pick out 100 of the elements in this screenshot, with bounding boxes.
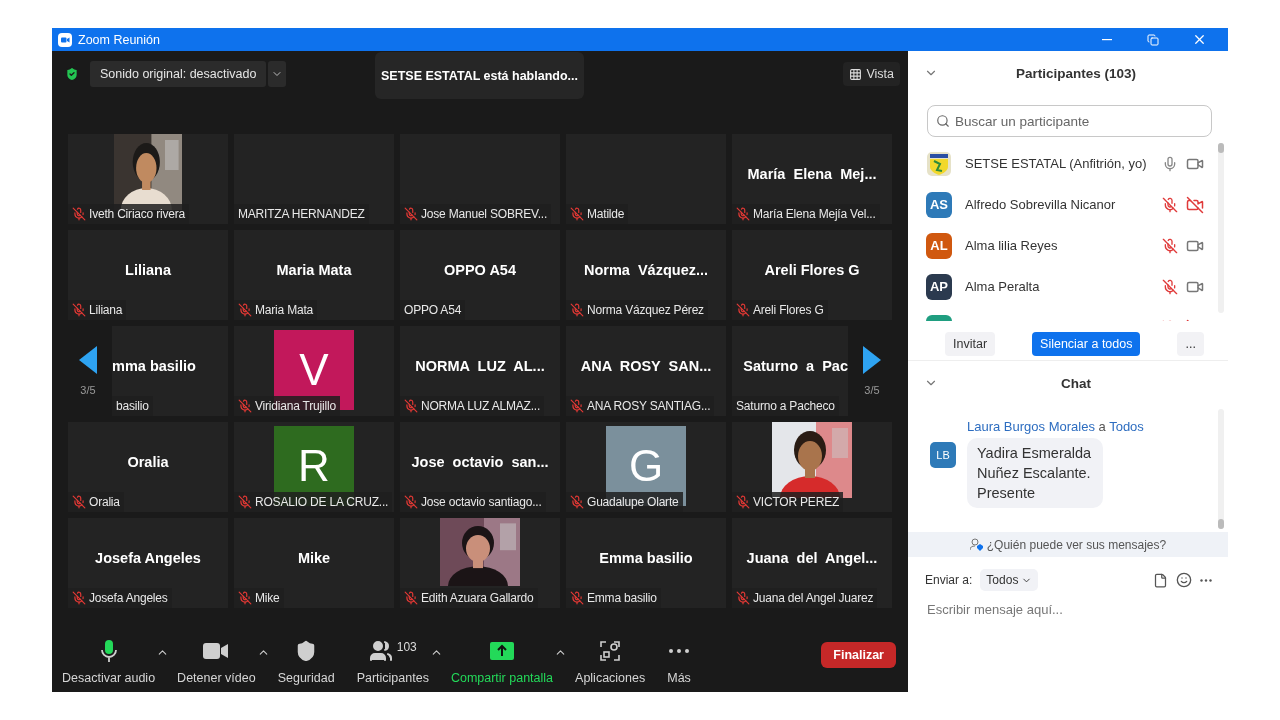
participant-name: Emma basilio xyxy=(587,591,657,605)
view-button[interactable]: Vista xyxy=(843,62,900,86)
page-indicator: 3/5 xyxy=(864,384,880,396)
scrollbar[interactable] xyxy=(1218,143,1224,313)
message-header: Laura Burgos Morales a Todos xyxy=(966,419,1145,434)
participant-name: Iveth Ciriaco rivera xyxy=(89,207,186,221)
participant-name: OPPO A54 xyxy=(404,303,462,317)
muted-mic-icon xyxy=(72,591,86,605)
participant-name: Matilde xyxy=(587,207,625,221)
panel-button[interactable]: Invitar xyxy=(945,331,996,356)
participant-name: Maria Mata xyxy=(255,303,314,317)
participant-count: 103 xyxy=(396,640,417,654)
muted-mic-icon xyxy=(72,303,86,317)
search-field[interactable]: Buscar un participante xyxy=(927,105,1212,137)
speaking-banner: SETSE ESTATAL está hablando... xyxy=(375,52,584,99)
participant-title: Josefa Angeles xyxy=(95,550,201,566)
participant-title: Areli Flores G xyxy=(764,262,860,278)
participant-title: Saturno a Pac xyxy=(743,358,848,374)
participant-name: Alma Peralta xyxy=(965,279,1041,294)
muted-mic-icon xyxy=(736,303,750,317)
participant-name: Alma lilia Reyes xyxy=(965,238,1059,253)
toolbar-button[interactable]: Detener vídeo xyxy=(177,638,256,685)
muted-mic-icon xyxy=(736,207,750,221)
toolbar-button[interactable]: 103 Participantes xyxy=(356,638,429,685)
dropdown-caret-button[interactable] xyxy=(268,61,287,87)
microphone-icon xyxy=(100,639,117,663)
participant-title: OPPO A54 xyxy=(444,262,516,278)
toolbar-button[interactable]: Compartir pantalla xyxy=(450,638,554,685)
muted-mic-icon[interactable] xyxy=(1162,237,1178,254)
muted-mic-icon xyxy=(238,495,252,509)
muted-mic-icon xyxy=(238,591,252,605)
minimize-icon xyxy=(1102,38,1112,41)
toolbar-button[interactable]: Seguridad xyxy=(277,638,335,685)
participant-name: Edith Azuara Gallardo xyxy=(421,591,534,605)
muted-mic-icon xyxy=(570,591,584,605)
audio-dropdown[interactable]: Sonido original: desactivado xyxy=(90,61,267,87)
muted-mic-icon[interactable] xyxy=(1162,278,1178,295)
participant-name: Areli Flores G xyxy=(753,303,824,317)
avatar: AP xyxy=(926,273,952,300)
emoji-icon[interactable] xyxy=(1176,572,1192,588)
more-icon[interactable] xyxy=(1200,578,1212,582)
muted-mic-icon xyxy=(736,495,750,509)
more-icon xyxy=(669,649,690,653)
search-icon xyxy=(936,114,950,128)
participant-name: Liliana xyxy=(89,303,123,317)
participant-title: ANA ROSY SAN... xyxy=(580,358,712,374)
participant-row[interactable]: AS Alfredo Sobrevilla Nicanor xyxy=(908,184,1228,225)
video-camera-icon xyxy=(203,642,230,660)
muted-mic-icon xyxy=(570,207,584,221)
microphone-icon[interactable] xyxy=(1162,155,1178,172)
participant-title: Emma basilio xyxy=(599,550,693,566)
restore-icon xyxy=(1147,33,1159,46)
muted-mic-icon xyxy=(736,591,750,605)
participant-name: Oralia xyxy=(89,495,120,509)
send-to-label: Enviar a: xyxy=(925,573,973,587)
panel-button[interactable]: Silenciar a todos xyxy=(1032,331,1141,356)
muted-mic-icon xyxy=(404,399,418,413)
toolbar-button[interactable]: Más xyxy=(667,638,691,685)
next-page-icon[interactable] xyxy=(863,346,881,374)
participant-name: ANA ROSY SANTIAG... xyxy=(587,399,711,413)
shield-check-icon[interactable] xyxy=(64,66,80,82)
muted-mic-icon xyxy=(570,399,584,413)
participant-title: mma basilio xyxy=(112,358,196,374)
muted-mic-icon xyxy=(72,207,86,221)
avatar: LB xyxy=(930,442,956,468)
toolbar-button[interactable]: Desactivar audio xyxy=(62,638,156,685)
participant-title: Oralia xyxy=(127,454,169,470)
page-indicator: 3/5 xyxy=(80,384,96,396)
file-icon[interactable] xyxy=(1153,572,1168,588)
participant-title: Juana del Angel... xyxy=(746,550,878,566)
participant-name: Norma Vázquez Pérez xyxy=(587,303,704,317)
muted-mic-icon[interactable] xyxy=(1162,196,1178,213)
participant-row[interactable]: AL Alma lilia Reyes xyxy=(908,225,1228,266)
panel-title: Participantes (103) xyxy=(1015,65,1137,81)
participant-name: Jose octavio santiago... xyxy=(421,495,542,509)
participant-name: Alfredo Sobrevilla Nicanor xyxy=(965,197,1117,212)
participant-name: Josefa Angeles xyxy=(89,591,168,605)
participant-name: SETSE ESTATAL (Anfitrión, yo) xyxy=(965,156,1148,171)
participant-name: Mike xyxy=(255,591,280,605)
scrollbar[interactable] xyxy=(1218,409,1224,529)
participant-name: MARITZA HERNANDEZ xyxy=(238,207,365,221)
participant-title: Maria Mata xyxy=(276,262,352,278)
participant-name: basilio xyxy=(116,399,149,413)
people-icon xyxy=(368,639,393,663)
recipient-dropdown[interactable]: Todos xyxy=(980,569,1039,591)
avatar: AL xyxy=(926,232,952,259)
apps-icon xyxy=(599,640,622,662)
participant-row[interactable]: SETSE ESTATAL (Anfitrión, yo) xyxy=(908,143,1228,184)
end-button[interactable]: Finalizar xyxy=(821,642,896,668)
participant-name: NORMA LUZ ALMAZ... xyxy=(421,399,541,413)
participant-name: Saturno a Pacheco xyxy=(736,399,835,413)
panel-button[interactable]: ... xyxy=(1177,331,1204,356)
muted-mic-icon xyxy=(404,495,418,509)
video-off-icon[interactable] xyxy=(1186,195,1204,214)
muted-mic-icon xyxy=(238,303,252,317)
participant-title: Jose octavio san... xyxy=(411,454,549,470)
participant-row[interactable]: AP Alma Peralta xyxy=(908,266,1228,307)
toolbar-button[interactable]: Aplicaciones xyxy=(575,638,646,685)
share-screen-icon xyxy=(489,642,514,660)
previous-page-icon[interactable] xyxy=(79,346,97,374)
